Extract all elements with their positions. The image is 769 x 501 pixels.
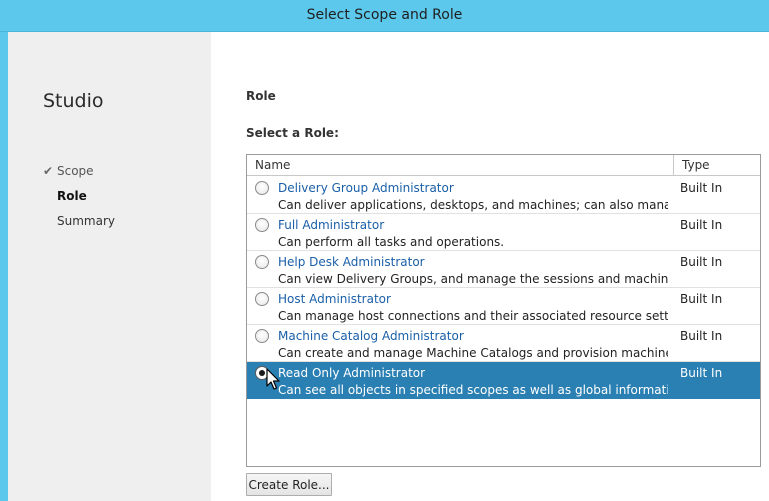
section-title: Role xyxy=(246,89,276,103)
role-type: Built In xyxy=(680,366,723,380)
role-radio[interactable] xyxy=(255,292,269,306)
role-type: Built In xyxy=(680,218,723,232)
role-name: Host Administrator xyxy=(278,292,391,306)
step-role[interactable]: Role xyxy=(43,189,115,214)
role-type: Built In xyxy=(680,181,723,195)
role-row-full-admin[interactable]: Full Administrator Can perform all tasks… xyxy=(247,214,760,251)
role-name: Machine Catalog Administrator xyxy=(278,329,464,343)
step-summary[interactable]: Summary xyxy=(43,214,115,239)
window-frame-left xyxy=(0,32,8,501)
role-name: Read Only Administrator xyxy=(278,366,426,380)
role-description: Can create and manage Machine Catalogs a… xyxy=(278,346,668,360)
role-type: Built In xyxy=(680,329,723,343)
role-description: Can manage host connections and their as… xyxy=(278,309,668,323)
role-row-help-desk[interactable]: Help Desk Administrator Can view Deliver… xyxy=(247,251,760,288)
role-name: Help Desk Administrator xyxy=(278,255,425,269)
role-row-delivery-group[interactable]: Delivery Group Administrator Can deliver… xyxy=(247,177,760,214)
role-radio[interactable] xyxy=(255,329,269,343)
role-name: Delivery Group Administrator xyxy=(278,181,454,195)
role-row-host-admin[interactable]: Host Administrator Can manage host conne… xyxy=(247,288,760,325)
role-radio[interactable] xyxy=(255,255,269,269)
role-description: Can see all objects in specified scopes … xyxy=(278,383,668,397)
window-titlebar: Select Scope and Role xyxy=(0,0,769,32)
role-row-read-only[interactable]: Read Only Administrator Can see all obje… xyxy=(247,362,760,399)
role-radio[interactable] xyxy=(255,181,269,195)
role-description: Can deliver applications, desktops, and … xyxy=(278,198,668,212)
list-header: Name Type xyxy=(247,155,760,176)
wizard-steps: ✔ Scope Role Summary xyxy=(43,164,115,239)
role-type: Built In xyxy=(680,292,723,306)
step-label: Role xyxy=(57,189,87,203)
column-header-name[interactable]: Name xyxy=(247,155,674,176)
sidebar-heading: Studio xyxy=(43,90,104,112)
create-role-button[interactable]: Create Role... xyxy=(246,473,332,496)
mouse-pointer-icon xyxy=(266,368,280,390)
step-label: Scope xyxy=(57,164,94,178)
select-role-label: Select a Role: xyxy=(246,126,339,140)
role-list[interactable]: Name Type Delivery Group Administrator C… xyxy=(246,154,761,467)
role-description: Can perform all tasks and operations. xyxy=(278,235,505,249)
role-radio[interactable] xyxy=(255,218,269,232)
role-description: Can view Delivery Groups, and manage the… xyxy=(278,272,668,286)
step-label: Summary xyxy=(57,214,115,228)
role-name: Full Administrator xyxy=(278,218,385,232)
column-header-type[interactable]: Type xyxy=(675,155,760,176)
role-type: Built In xyxy=(680,255,723,269)
window-title: Select Scope and Role xyxy=(306,7,463,23)
wizard-content: Role Select a Role: Name Type Delivery G… xyxy=(211,32,769,501)
step-scope[interactable]: ✔ Scope xyxy=(43,164,115,189)
checkmark-icon: ✔ xyxy=(43,164,54,178)
role-row-machine-catalog[interactable]: Machine Catalog Administrator Can create… xyxy=(247,325,760,362)
wizard-sidebar: Studio ✔ Scope Role Summary xyxy=(8,32,220,501)
